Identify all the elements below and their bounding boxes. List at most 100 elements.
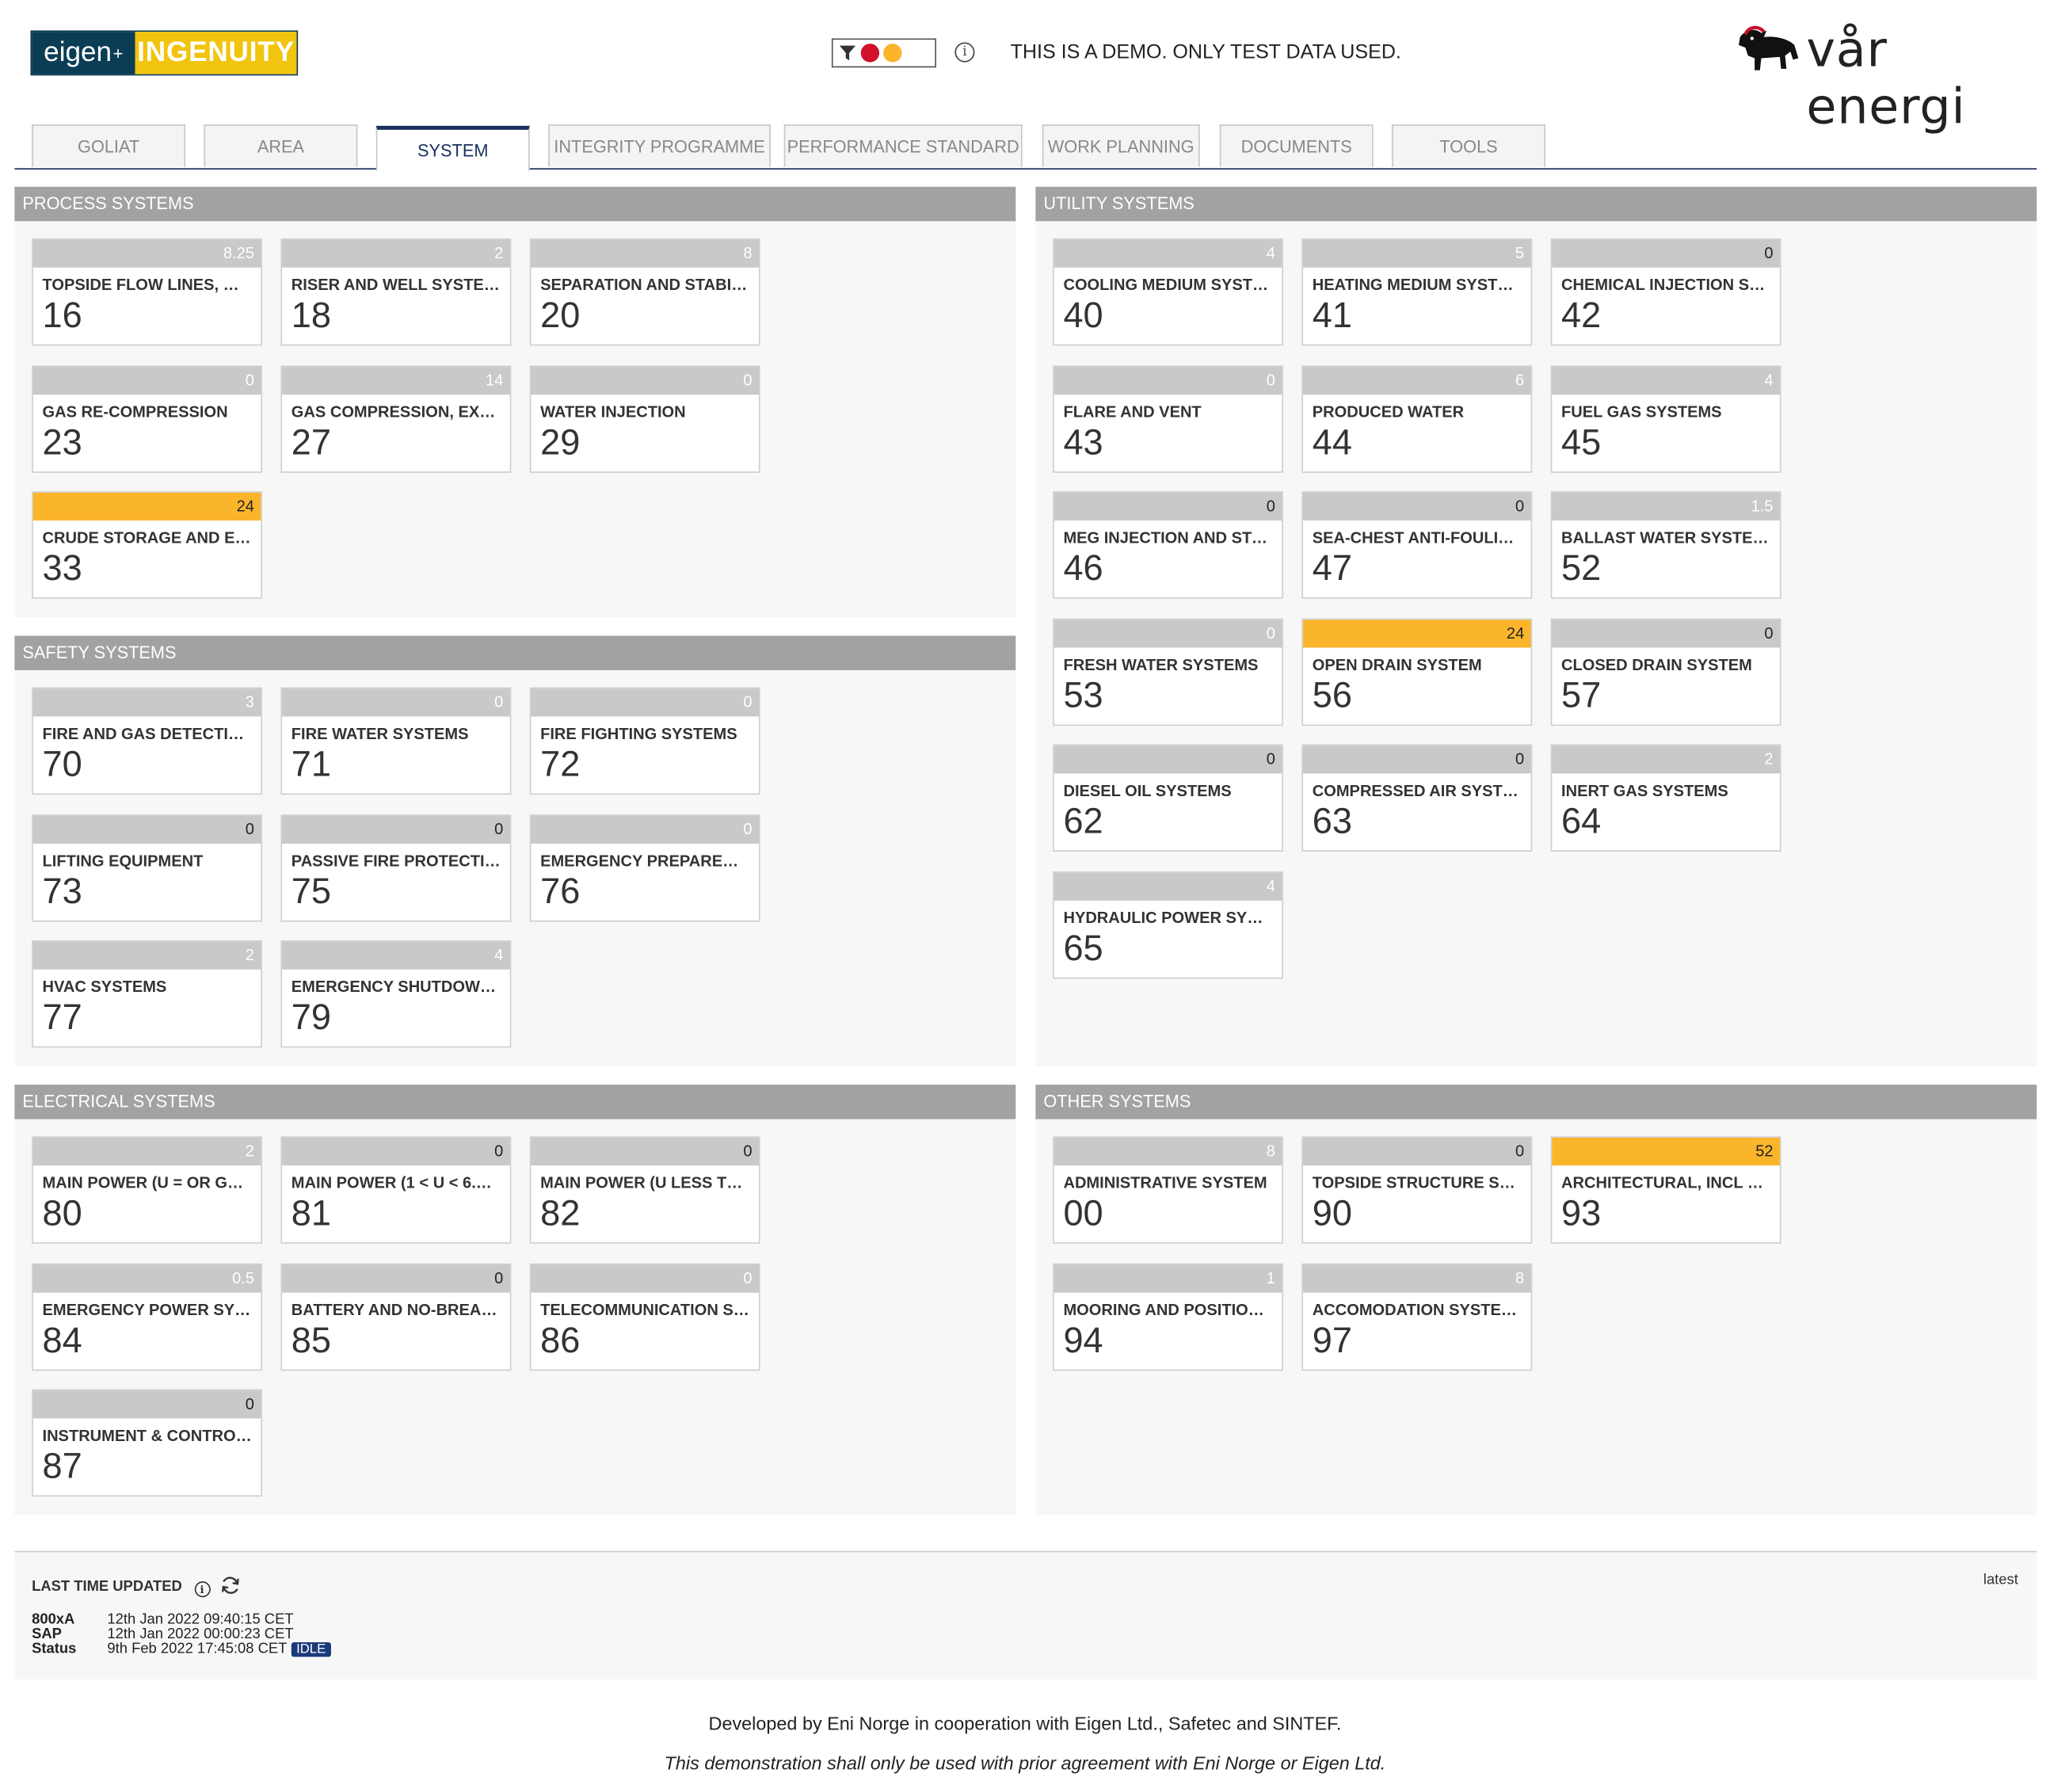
system-card-18[interactable]: 2 RISER AND WELL SYSTEMS 18 bbox=[280, 238, 512, 346]
system-card-code: 40 bbox=[1063, 295, 1103, 335]
system-card-code: 90 bbox=[1312, 1193, 1352, 1233]
tab-area[interactable]: AREA bbox=[204, 124, 358, 167]
system-card-52[interactable]: 1.5 BALLAST WATER SYSTEMS 52 bbox=[1550, 491, 1781, 599]
system-card-80[interactable]: 2 MAIN POWER (U = OR GREATER THAN 10 KV)8… bbox=[32, 1136, 263, 1244]
tab-system[interactable]: SYSTEM bbox=[375, 125, 530, 171]
system-card-16[interactable]: 8.25 TOPSIDE FLOW LINES, MANIFOLDS16 bbox=[32, 238, 263, 346]
system-card-name: SEA-CHEST ANTI-FOULING bbox=[1312, 528, 1522, 547]
system-card-70[interactable]: 3 FIRE AND GAS DETECTION 70 bbox=[32, 687, 263, 795]
system-card-code: 65 bbox=[1063, 928, 1103, 969]
tab-documents[interactable]: DOCUMENTS bbox=[1219, 124, 1374, 167]
system-card-count: 4 bbox=[1054, 239, 1282, 268]
system-card-name: BATTERY AND NO-BREAK SYSTEMS bbox=[291, 1300, 510, 1319]
info-icon[interactable]: i bbox=[955, 42, 975, 63]
system-card-63[interactable]: 0 COMPRESSED AIR SYSTEMS 63 bbox=[1301, 745, 1533, 852]
system-card-73[interactable]: 0 LIFTING EQUIPMENT 73 bbox=[32, 814, 263, 921]
system-card-77[interactable]: 2 HVAC SYSTEMS 77 bbox=[32, 940, 263, 1048]
tab-integrity-programme[interactable]: INTEGRITY PROGRAMME bbox=[548, 124, 771, 167]
system-card-code: 86 bbox=[540, 1320, 581, 1360]
status-row-800xa: 800xA 12th Jan 2022 09:40:15 CET bbox=[32, 1611, 294, 1628]
system-card-94[interactable]: 1 MOORING AND POSITIONING 94 bbox=[1053, 1263, 1283, 1371]
system-card-name: MAIN POWER (1 < U < 6.6 KV) bbox=[291, 1173, 510, 1192]
system-card-count: 4 bbox=[282, 941, 510, 970]
system-card-79[interactable]: 4 EMERGENCY SHUTDOWN SYSTEMS79 bbox=[280, 940, 512, 1048]
system-card-code: 41 bbox=[1312, 295, 1352, 335]
refresh-icon[interactable] bbox=[219, 1576, 241, 1594]
tab-tools[interactable]: TOOLS bbox=[1392, 124, 1545, 167]
system-card-53[interactable]: 0 FRESH WATER SYSTEMS 53 bbox=[1053, 618, 1283, 726]
system-card-90[interactable]: 0 TOPSIDE STRUCTURE SYSTEMS90 bbox=[1301, 1136, 1533, 1244]
system-card-count: 0 bbox=[282, 815, 510, 844]
tab-work-planning[interactable]: WORK PLANNING bbox=[1042, 124, 1200, 167]
system-card-33[interactable]: 24 CRUDE STORAGE AND EXPORT33 bbox=[32, 491, 263, 599]
system-card-44[interactable]: 6 PRODUCED WATER 44 bbox=[1301, 364, 1533, 473]
system-card-name: HVAC SYSTEMS bbox=[42, 978, 167, 997]
system-card-56[interactable]: 24 OPEN DRAIN SYSTEM 56 bbox=[1301, 618, 1533, 726]
system-card-97[interactable]: 8 ACCOMODATION SYSTEMS 97 bbox=[1301, 1263, 1533, 1371]
system-card-41[interactable]: 5 HEATING MEDIUM SYSTEMS 41 bbox=[1301, 238, 1533, 346]
system-card-00[interactable]: 8 ADMINISTRATIVE SYSTEM 00 bbox=[1053, 1136, 1283, 1244]
system-card-name: FUEL GAS SYSTEMS bbox=[1561, 402, 1722, 421]
tab-performance-standard[interactable]: PERFORMANCE STANDARD bbox=[783, 124, 1023, 167]
dog-logo-icon bbox=[1739, 25, 1799, 71]
system-card-code: 16 bbox=[42, 295, 82, 335]
system-card-81[interactable]: 0 MAIN POWER (1 < U < 6.6 KV) 81 bbox=[280, 1136, 512, 1244]
system-card-count: 2 bbox=[32, 1138, 261, 1166]
system-card-45[interactable]: 4 FUEL GAS SYSTEMS 45 bbox=[1550, 364, 1781, 473]
last-updated-label: LAST TIME UPDATED bbox=[32, 1578, 182, 1595]
system-card-code: 00 bbox=[1063, 1193, 1103, 1233]
system-card-75[interactable]: 0 PASSIVE FIRE PROTECTION 75 bbox=[280, 814, 512, 921]
system-card-code: 42 bbox=[1561, 295, 1602, 335]
system-card-name: FIRE AND GAS DETECTION bbox=[42, 724, 253, 743]
system-card-29[interactable]: 0 WATER INJECTION 29 bbox=[529, 364, 760, 473]
system-card-47[interactable]: 0 SEA-CHEST ANTI-FOULING 47 bbox=[1301, 491, 1533, 599]
system-card-name: COMPRESSED AIR SYSTEMS bbox=[1312, 782, 1531, 801]
system-card-40[interactable]: 4 COOLING MEDIUM SYSTEMS 40 bbox=[1053, 238, 1283, 346]
system-card-87[interactable]: 0 INSTRUMENT & CONTROL SYSTEMS87 bbox=[32, 1390, 263, 1497]
eigen-ingenuity-logo[interactable]: eigen + INGENUITY bbox=[30, 30, 299, 76]
system-card-count: 24 bbox=[1303, 620, 1531, 648]
system-card-count: 2 bbox=[1552, 745, 1780, 774]
system-card-name: ARCHITECTURAL, INCL OUTFITTING bbox=[1561, 1173, 1780, 1192]
system-card-62[interactable]: 0 DIESEL OIL SYSTEMS 62 bbox=[1053, 745, 1283, 852]
system-card-76[interactable]: 0 EMERGENCY PREPAREDNESS 76 bbox=[529, 814, 760, 921]
system-card-20[interactable]: 8 SEPARATION AND STABILISATION20 bbox=[529, 238, 760, 346]
system-card-name: ADMINISTRATIVE SYSTEM bbox=[1063, 1173, 1267, 1192]
system-card-93[interactable]: 52 ARCHITECTURAL, INCL OUTFITTING93 bbox=[1550, 1136, 1781, 1244]
system-card-84[interactable]: 0.5 EMERGENCY POWER SYSTEMS84 bbox=[32, 1263, 263, 1371]
system-card-23[interactable]: 0 GAS RE-COMPRESSION 23 bbox=[32, 364, 263, 473]
system-card-count: 8 bbox=[531, 239, 759, 268]
filter-toggle[interactable] bbox=[831, 38, 936, 68]
system-card-46[interactable]: 0 MEG INJECTION AND STORAGE46 bbox=[1053, 491, 1283, 599]
system-card-name: FIRE FIGHTING SYSTEMS bbox=[540, 724, 737, 743]
system-card-name: MOORING AND POSITIONING bbox=[1063, 1300, 1282, 1319]
system-card-name: SEPARATION AND STABILISATION bbox=[540, 275, 759, 295]
system-card-count: 0 bbox=[32, 1390, 261, 1419]
safety-systems-panel: SAFETY SYSTEMS 3 FIRE AND GAS DETECTION 70 0… bbox=[14, 635, 1016, 1066]
system-card-57[interactable]: 0 CLOSED DRAIN SYSTEM 57 bbox=[1550, 618, 1781, 726]
system-card-code: 56 bbox=[1312, 675, 1352, 715]
system-card-code: 71 bbox=[291, 744, 332, 784]
system-card-name: HEATING MEDIUM SYSTEMS bbox=[1312, 275, 1531, 295]
info-icon[interactable]: i bbox=[193, 1581, 211, 1598]
system-card-71[interactable]: 0 FIRE WATER SYSTEMS 71 bbox=[280, 687, 512, 795]
system-card-86[interactable]: 0 TELECOMMUNICATION SYSTEMS86 bbox=[529, 1263, 760, 1371]
system-card-82[interactable]: 0 MAIN POWER (U LESS THAN 1 KV)82 bbox=[529, 1136, 760, 1244]
system-card-name: PASSIVE FIRE PROTECTION bbox=[291, 851, 509, 870]
system-card-code: 80 bbox=[42, 1193, 82, 1233]
system-card-code: 97 bbox=[1312, 1320, 1352, 1360]
system-card-42[interactable]: 0 CHEMICAL INJECTION SYSTEMS42 bbox=[1550, 238, 1781, 346]
system-card-43[interactable]: 0 FLARE AND VENT 43 bbox=[1053, 364, 1283, 473]
credit-text: Developed by Eni Norge in cooperation wi… bbox=[708, 1712, 1342, 1734]
system-card-64[interactable]: 2 INERT GAS SYSTEMS 64 bbox=[1550, 745, 1781, 852]
system-card-65[interactable]: 4 HYDRAULIC POWER SYSTEMS 65 bbox=[1053, 871, 1283, 979]
system-card-name: CRUDE STORAGE AND EXPORT bbox=[42, 528, 261, 547]
system-card-72[interactable]: 0 FIRE FIGHTING SYSTEMS 72 bbox=[529, 687, 760, 795]
system-card-85[interactable]: 0 BATTERY AND NO-BREAK SYSTEMS85 bbox=[280, 1263, 512, 1371]
system-card-count: 5 bbox=[1303, 239, 1531, 268]
system-card-27[interactable]: 14 GAS COMPRESSION, EXPORT 27 bbox=[280, 364, 512, 473]
system-card-name: TOPSIDE FLOW LINES, MANIFOLDS bbox=[42, 275, 261, 295]
system-card-code: 62 bbox=[1063, 802, 1103, 842]
tab-goliat[interactable]: GOLIAT bbox=[32, 124, 186, 167]
system-card-name: FRESH WATER SYSTEMS bbox=[1063, 655, 1259, 674]
